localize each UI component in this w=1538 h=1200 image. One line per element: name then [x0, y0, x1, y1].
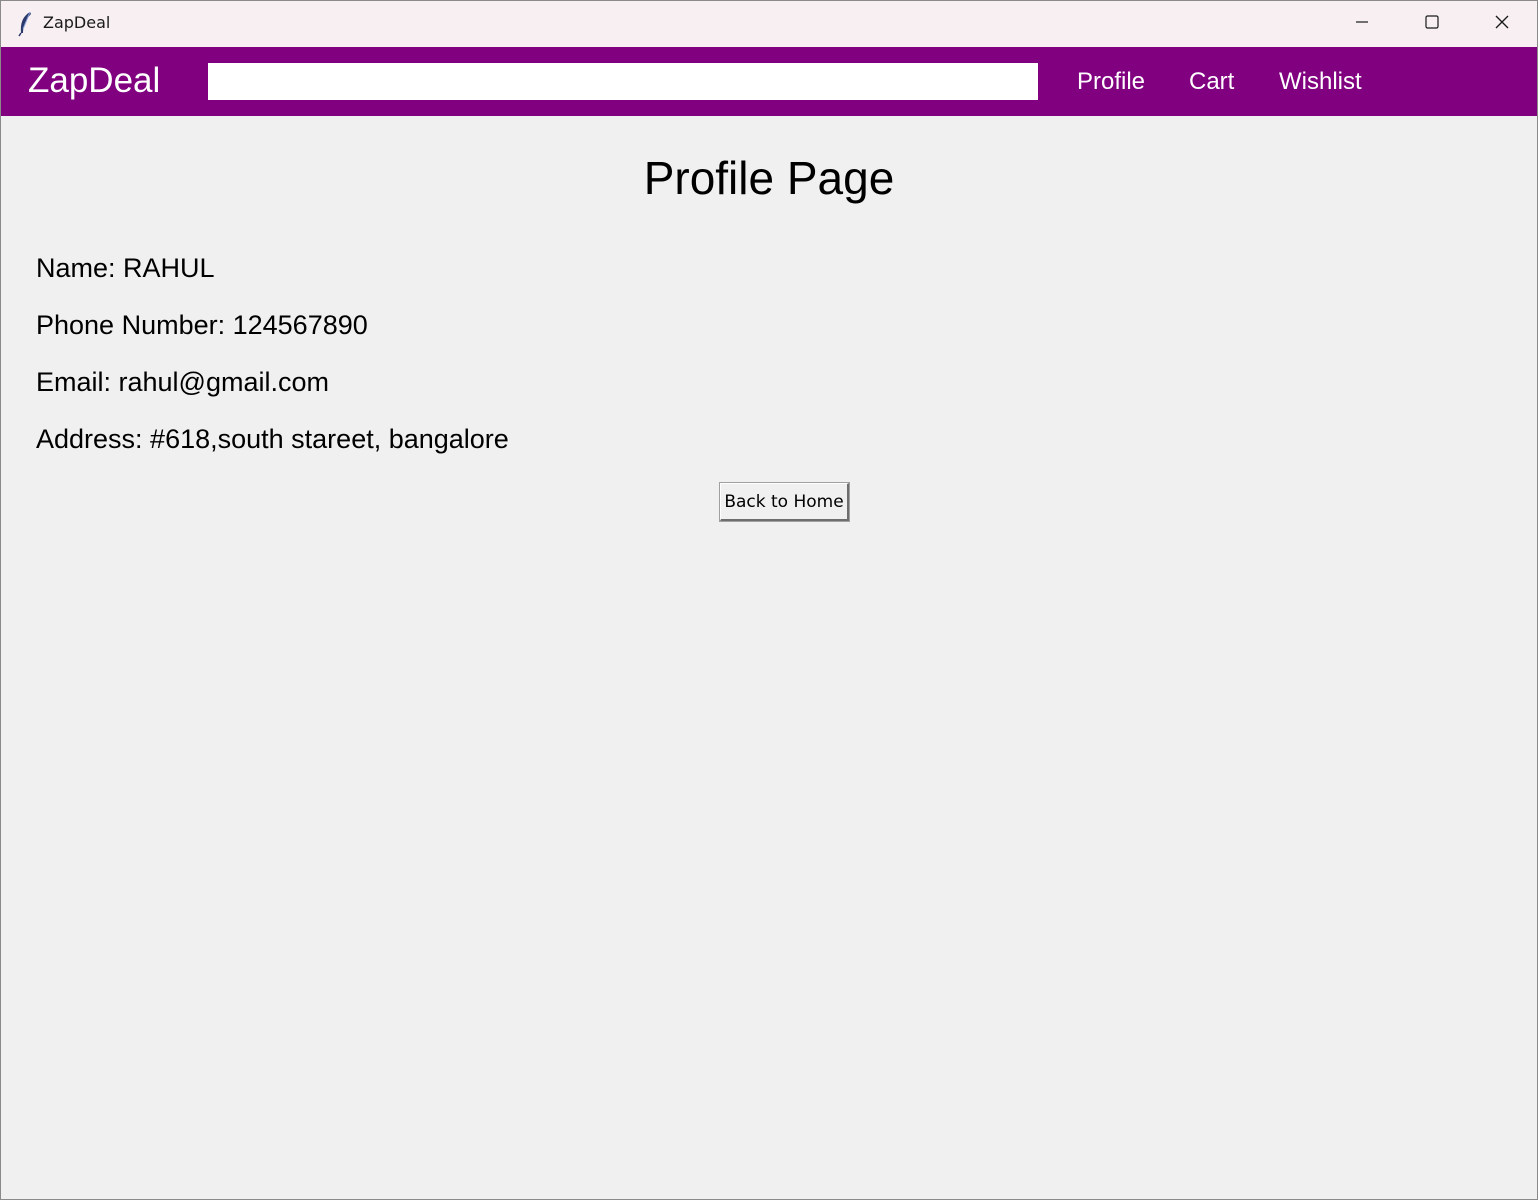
window-title: ZapDeal: [43, 13, 111, 32]
title-bar[interactable]: ZapDeal: [1, 1, 1537, 47]
search-input[interactable]: [208, 63, 1038, 100]
close-icon: [1494, 14, 1510, 35]
minimize-icon: [1354, 14, 1370, 35]
brand-logo: ZapDeal: [28, 61, 161, 100]
profile-address: Address: #618,south stareet, bangalore: [36, 424, 509, 454]
minimize-button[interactable]: [1327, 1, 1397, 47]
profile-name: Name: RAHUL: [36, 253, 215, 283]
nav-link-cart[interactable]: Cart: [1189, 68, 1234, 96]
close-button[interactable]: [1467, 1, 1537, 47]
app-window: ZapDeal ZapDeal Profile Cart Wishlist Pr…: [0, 0, 1538, 1200]
page-title: Profile Page: [643, 152, 895, 204]
nav-link-profile[interactable]: Profile: [1077, 68, 1145, 96]
nav-link-wishlist[interactable]: Wishlist: [1279, 68, 1362, 96]
back-to-home-button[interactable]: Back to Home: [719, 482, 850, 522]
profile-phone: Phone Number: 124567890: [36, 310, 368, 340]
maximize-icon: [1424, 14, 1440, 35]
maximize-button[interactable]: [1397, 1, 1467, 47]
feather-icon: [17, 11, 35, 37]
profile-email: Email: rahul@gmail.com: [36, 367, 329, 397]
nav-bar: ZapDeal Profile Cart Wishlist: [1, 47, 1537, 116]
